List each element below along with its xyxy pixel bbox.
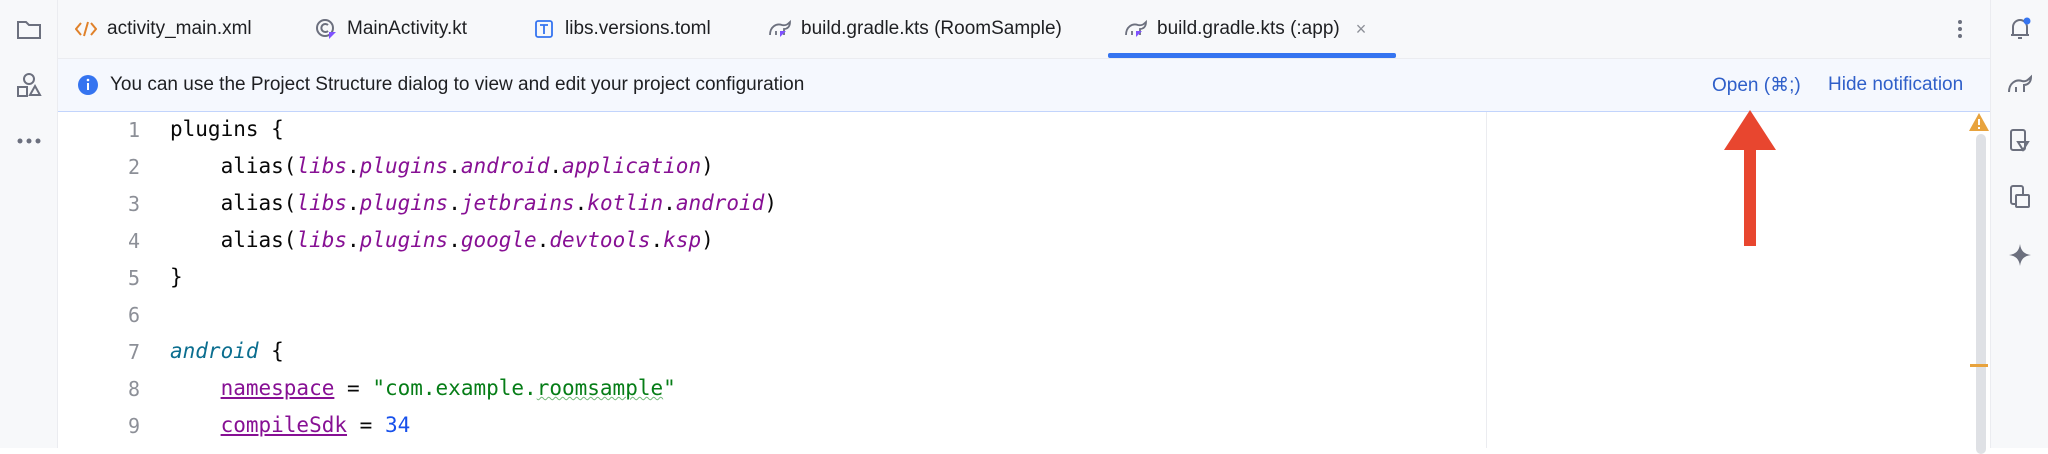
right-tool-strip (1990, 0, 2048, 448)
resource-manager-icon[interactable] (14, 70, 44, 100)
editor-tab-bar: activity_main.xml MainActivity.kt libs.v… (58, 0, 1990, 59)
line-number-gutter: 1 2 3 4 5 6 7 8 9 (58, 112, 168, 448)
line-number: 4 (127, 229, 140, 253)
tabs-more-icon[interactable] (1948, 14, 1972, 44)
left-tool-strip (0, 0, 58, 448)
tab-label: build.gradle.kts (RoomSample) (801, 18, 1062, 39)
right-margin-guide (1486, 112, 1487, 448)
close-tab-icon[interactable]: × (1356, 19, 1367, 40)
xml-icon (74, 17, 98, 41)
code-line-2: alias(libs.plugins.android.application) (220, 154, 714, 178)
code-line-3: alias(libs.plugins.jetbrains.kotlin.andr… (220, 191, 777, 215)
project-folder-icon[interactable] (14, 14, 44, 44)
gradle-tool-icon[interactable] (2005, 70, 2035, 100)
device-manager-icon[interactable] (2005, 126, 2035, 156)
tab-label: libs.versions.toml (565, 18, 711, 39)
project-structure-notification: You can use the Project Structure dialog… (58, 59, 1990, 112)
notification-message: You can use the Project Structure dialog… (110, 74, 805, 95)
notifications-icon[interactable] (2005, 14, 2035, 44)
code-line-8: namespace = "com.example.roomsample" (220, 376, 676, 400)
code-line-1: plugins { (170, 117, 284, 141)
line-number: 8 (127, 377, 140, 401)
line-number: 9 (127, 414, 140, 438)
open-project-structure-link[interactable]: Open (⌘;) (1712, 74, 1801, 97)
code-editor[interactable]: 1 2 3 4 5 6 7 8 9 plugins { alias(libs.p… (58, 112, 1990, 454)
more-tools-icon[interactable] (14, 126, 44, 156)
tab-main-activity-kt[interactable]: MainActivity.kt (314, 0, 467, 58)
tab-label: MainActivity.kt (347, 18, 468, 39)
line-number: 1 (127, 118, 140, 142)
gemini-sparkle-icon[interactable] (2005, 240, 2035, 270)
line-number: 3 (127, 192, 140, 216)
tab-activity-main-xml[interactable]: activity_main.xml (74, 0, 252, 58)
gradle-icon (1124, 17, 1148, 41)
annotation-arrow-icon (1724, 110, 1776, 246)
vertical-scrollbar[interactable] (1976, 134, 1986, 454)
info-icon (78, 75, 98, 95)
tab-build-gradle-app[interactable]: build.gradle.kts (:app) × (1107, 0, 1397, 58)
line-number: 5 (127, 266, 140, 290)
toml-icon (532, 17, 556, 41)
tab-libs-versions-toml[interactable]: libs.versions.toml (532, 0, 711, 58)
line-number: 2 (127, 155, 140, 179)
gradle-icon (768, 17, 792, 41)
line-number: 6 (127, 303, 140, 327)
code-line-9: compileSdk = 34 (220, 413, 411, 437)
code-line-5: } (170, 265, 183, 289)
kotlin-class-icon (314, 17, 338, 41)
warning-icon[interactable] (1968, 112, 1990, 132)
tab-label: build.gradle.kts (:app) (1157, 18, 1340, 39)
warning-marker[interactable] (1970, 364, 1988, 367)
line-number: 7 (127, 340, 140, 364)
tab-label: activity_main.xml (107, 18, 252, 39)
tab-build-gradle-project[interactable]: build.gradle.kts (RoomSample) (768, 0, 1062, 58)
running-devices-icon[interactable] (2005, 182, 2035, 212)
code-line-7: android { (170, 339, 284, 363)
code-line-4: alias(libs.plugins.google.devtools.ksp) (220, 228, 714, 252)
hide-notification-link[interactable]: Hide notification (1828, 74, 1963, 96)
